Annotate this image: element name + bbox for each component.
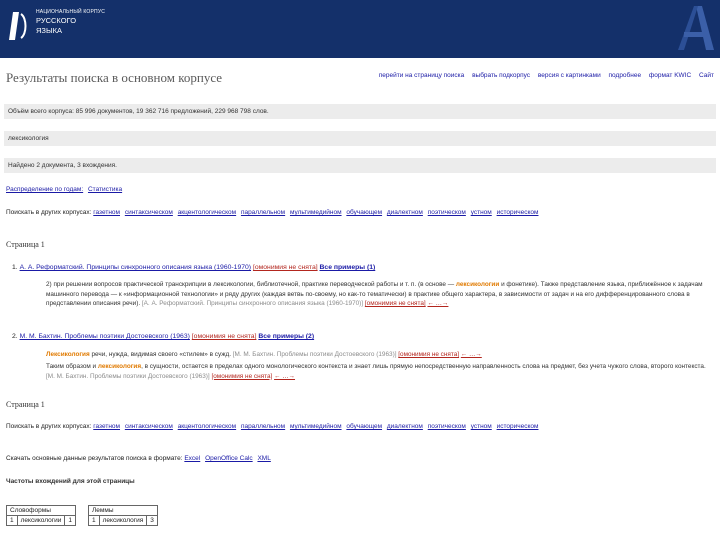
corpus-link-poetic[interactable]: поэтическом bbox=[428, 209, 466, 216]
doc-1-all-examples-link[interactable]: Все примеры (1) bbox=[320, 264, 376, 271]
corpus-link-historical[interactable]: историческом bbox=[497, 423, 539, 430]
toplink-search-page[interactable]: перейти на страницу поиска bbox=[379, 72, 465, 79]
page-title: Результаты поиска в основном корпусе bbox=[6, 70, 223, 85]
export-excel-link[interactable]: Excel bbox=[184, 455, 200, 462]
doc-1-snippet-context-link[interactable]: [омонимия не снята] bbox=[365, 300, 426, 307]
other-corpora-row-bottom: Поискать в других корпусах: газетном син… bbox=[6, 423, 541, 430]
top-links: перейти на страницу поиска выбрать подко… bbox=[373, 72, 714, 79]
doc-2-source-1: [М. М. Бахтин. Проблемы поэтики Достоевс… bbox=[232, 351, 397, 358]
corpus-link-newspaper[interactable]: газетном bbox=[93, 209, 120, 216]
corpus-link-multimedia[interactable]: мультимедийном bbox=[290, 209, 342, 216]
doc-2-snippet-1-expand-link[interactable]: ← …→ bbox=[461, 351, 482, 358]
frequency-title: Частоты вхождений для этой страницы bbox=[6, 478, 135, 485]
doc-2-snippet-2-expand-link[interactable]: ← …→ bbox=[274, 373, 295, 380]
corpus-link-learning[interactable]: обучающем bbox=[346, 423, 382, 430]
export-calc-link[interactable]: OpenOffice Calc bbox=[205, 455, 253, 462]
doc-1-title-link[interactable]: А. А. Реформатский. Принципы синхронного… bbox=[20, 264, 251, 271]
toplink-kwic[interactable]: формат KWIC bbox=[649, 72, 691, 79]
lemma-cell[interactable]: лексикология bbox=[98, 515, 148, 526]
doc-2-context-link[interactable]: [омонимия не снята] bbox=[192, 333, 257, 340]
keyword-highlight: лексикология bbox=[97, 363, 142, 370]
corpus-link-spoken[interactable]: устном bbox=[471, 423, 492, 430]
export-xml-link[interactable]: XML bbox=[257, 455, 270, 462]
page-label-top: Страница 1 bbox=[6, 240, 45, 249]
corpus-link-historical[interactable]: историческом bbox=[497, 209, 539, 216]
corpus-logo-icon[interactable] bbox=[8, 8, 30, 44]
doc-2-snippet-2-context-link[interactable]: [омонимия не снята] bbox=[211, 373, 272, 380]
toplink-subcorpus[interactable]: выбрать подкорпус bbox=[472, 72, 530, 79]
wordform-frequency-table: Словоформы 1 лексикологии 1 bbox=[6, 505, 76, 526]
doc-1-context-link[interactable]: [омонимия не снята] bbox=[253, 264, 318, 271]
title-row: Результаты поиска в основном корпусе пер… bbox=[6, 68, 714, 88]
wordform-table-header: Словоформы bbox=[6, 505, 76, 516]
page-label-bottom: Страница 1 bbox=[6, 400, 45, 409]
doc-1-expand-link[interactable]: ← …→ bbox=[427, 300, 448, 307]
corpus-link-multimedia[interactable]: мультимедийном bbox=[290, 423, 342, 430]
doc-2-all-examples-link[interactable]: Все примеры (2) bbox=[258, 333, 314, 340]
corpus-link-accent[interactable]: акцентологическом bbox=[178, 423, 236, 430]
doc-2-snippet-2: Таким образом и лексикология, в сущности… bbox=[46, 363, 706, 380]
doc-1-header: 1. А. А. Реформатский. Принципы синхронн… bbox=[12, 264, 376, 271]
doc-2-source-2: [М. М. Бахтин. Проблемы поэтики Достоевс… bbox=[46, 372, 210, 380]
toplink-site[interactable]: Сайт bbox=[699, 72, 714, 79]
brand-title[interactable]: НАЦИОНАЛЬНЫЙ КОРПУС РУССКОГО ЯЗЫКА bbox=[36, 8, 105, 36]
corpus-link-syntax[interactable]: синтаксическом bbox=[125, 423, 173, 430]
ruscorpora-a-logo-icon bbox=[678, 6, 714, 50]
corpus-link-newspaper[interactable]: газетном bbox=[93, 423, 120, 430]
wordform-cell[interactable]: лексикологии bbox=[16, 515, 66, 526]
year-distribution-link[interactable]: Распределение по годам: bbox=[6, 186, 83, 193]
corpus-link-accent[interactable]: акцентологическом bbox=[178, 209, 236, 216]
doc-1-snippet: 2) при решении вопросов практической тра… bbox=[46, 281, 703, 307]
toplink-pictures[interactable]: версия с картинками bbox=[538, 72, 601, 79]
corpus-link-spoken[interactable]: устном bbox=[471, 209, 492, 216]
corpus-link-poetic[interactable]: поэтическом bbox=[428, 423, 466, 430]
corpus-link-parallel[interactable]: параллельном bbox=[241, 209, 285, 216]
statistics-link[interactable]: Статистика bbox=[88, 186, 122, 193]
distribution-row: Распределение по годам: Статистика bbox=[6, 186, 125, 193]
keyword-highlight: Лексикология bbox=[46, 351, 90, 358]
found-bar: Найдено 2 документа, 3 вхождения. bbox=[4, 158, 716, 173]
corpus-link-learning[interactable]: обучающем bbox=[346, 209, 382, 216]
other-corpora-row-top: Поискать в других корпусах: газетном син… bbox=[6, 209, 541, 216]
toplink-details[interactable]: подробнее bbox=[609, 72, 642, 79]
doc-2-title-link[interactable]: М. М. Бахтин. Проблемы поэтики Достоевск… bbox=[20, 333, 190, 340]
table-row: 1 лексикологии 1 bbox=[6, 515, 76, 526]
query-bar: лексикология bbox=[4, 131, 716, 146]
other-corpora-label: Поискать в других корпусах: bbox=[6, 423, 92, 430]
other-corpora-label: Поискать в других корпусах: bbox=[6, 209, 92, 216]
corpus-summary-bar: Объём всего корпуса: 85 996 документов, … bbox=[4, 104, 716, 119]
doc-2-snippet-1: Лексикология речи, нужда, видимая своего… bbox=[46, 351, 482, 358]
export-label: Скачать основные данные результатов поис… bbox=[6, 455, 183, 462]
doc-1-source: [А. А. Реформатский. Принципы синхронног… bbox=[141, 300, 364, 307]
lemma-frequency-table: Леммы 1 лексикология 3 bbox=[88, 505, 158, 526]
site-header: НАЦИОНАЛЬНЫЙ КОРПУС РУССКОГО ЯЗЫКА bbox=[0, 0, 720, 58]
corpus-link-syntax[interactable]: синтаксическом bbox=[125, 209, 173, 216]
table-row: 1 лексикология 3 bbox=[88, 515, 158, 526]
keyword-highlight: лексикологии bbox=[455, 281, 500, 288]
corpus-link-dialect[interactable]: диалектном bbox=[387, 209, 423, 216]
lemma-table-header: Леммы bbox=[88, 505, 158, 516]
corpus-link-parallel[interactable]: параллельном bbox=[241, 423, 285, 430]
corpus-link-dialect[interactable]: диалектном bbox=[387, 423, 423, 430]
doc-2-snippet-1-context-link[interactable]: [омонимия не снята] bbox=[398, 351, 459, 358]
export-row: Скачать основные данные результатов поис… bbox=[6, 455, 274, 462]
doc-2-header: 2. М. М. Бахтин. Проблемы поэтики Достое… bbox=[12, 333, 315, 340]
